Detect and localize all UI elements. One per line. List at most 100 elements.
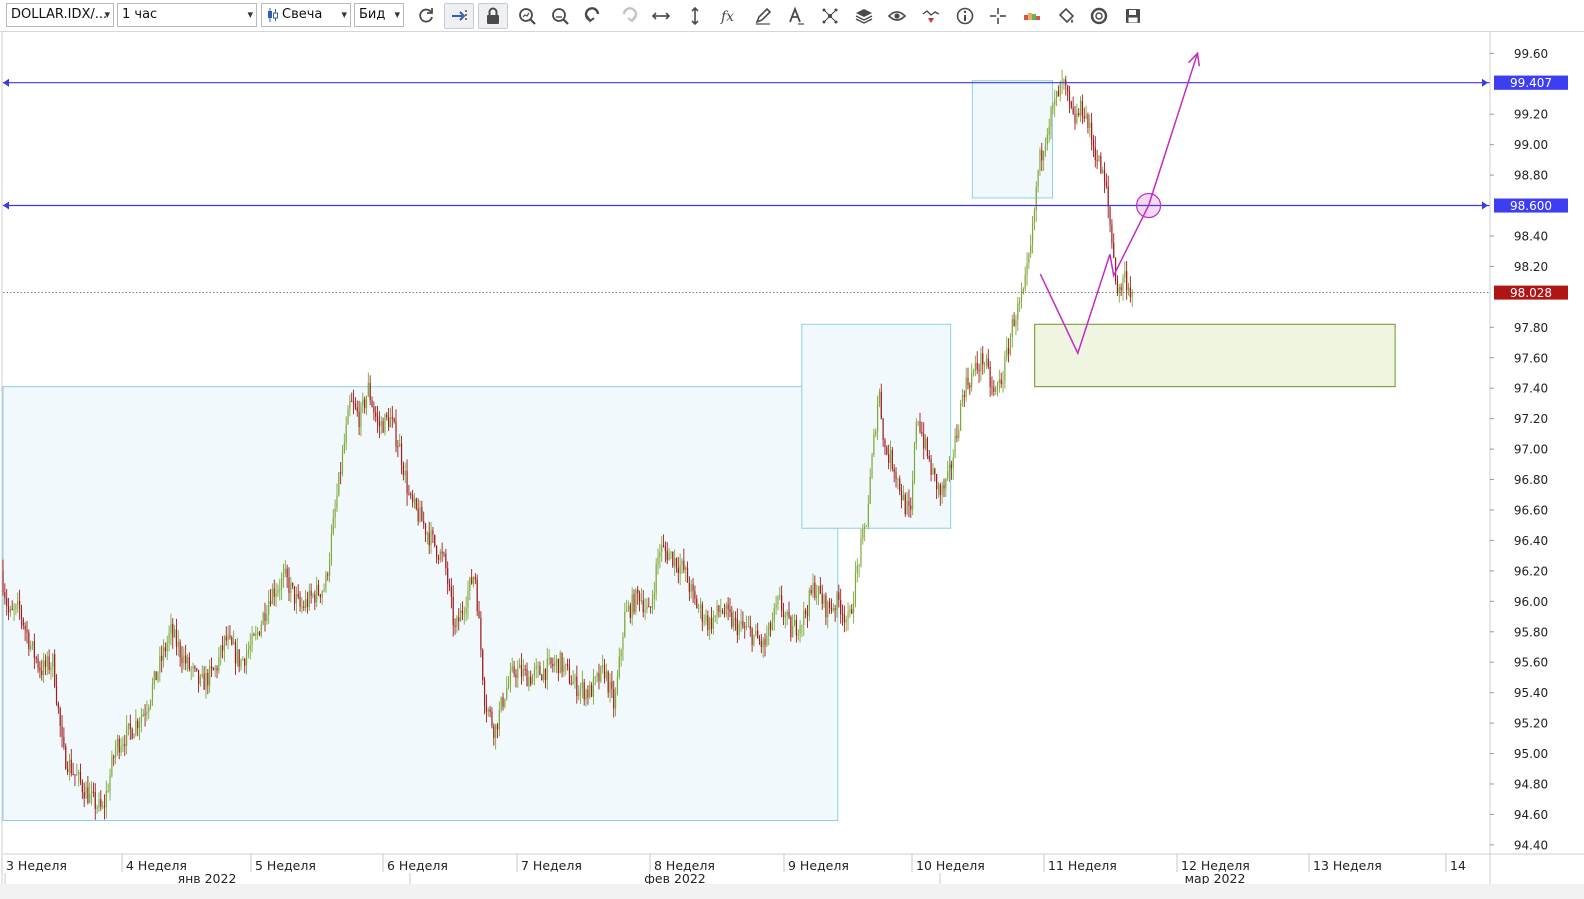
candle (856, 558, 858, 583)
undo-icon[interactable] (579, 3, 609, 29)
candle (103, 794, 106, 820)
candle (854, 561, 857, 608)
candle-body (467, 591, 469, 609)
candle (590, 682, 593, 698)
candle (725, 602, 727, 618)
price-chart[interactable]: 99.407 98.600 99.60 99.20 99.00 98.80 98.40 98.… (0, 32, 1584, 884)
candle (317, 579, 320, 597)
save-icon[interactable] (1118, 3, 1148, 29)
candle (603, 658, 606, 684)
shift-right-icon[interactable] (444, 3, 474, 29)
candle-body (35, 657, 37, 659)
range-zone-1[interactable] (2, 386, 839, 822)
lock-icon[interactable] (478, 3, 508, 29)
fit-vertical-icon[interactable] (680, 3, 710, 29)
instrument-select[interactable]: DOLLAR.IDX/... ▾ (6, 3, 114, 27)
candle (744, 622, 746, 639)
candle-body (122, 744, 124, 747)
zoom-in-icon[interactable] (512, 3, 542, 29)
candle (369, 375, 371, 406)
candle-body (644, 609, 646, 613)
candle (1129, 276, 1131, 303)
candle-body (864, 526, 866, 530)
candle-body (659, 552, 661, 557)
candle (646, 598, 648, 614)
layers-icon[interactable] (849, 3, 879, 29)
candle-body (672, 551, 674, 566)
refresh-icon[interactable] (411, 3, 441, 29)
candle-body (1116, 280, 1119, 293)
text-tool-icon[interactable] (781, 3, 811, 29)
candle-body (210, 666, 213, 669)
candle (626, 599, 628, 612)
candle (33, 633, 35, 670)
redo-icon[interactable] (613, 3, 643, 29)
candle-body (131, 729, 133, 739)
candle-body (635, 589, 637, 612)
candle (808, 587, 810, 622)
candle (37, 653, 39, 673)
retest-circle-marker[interactable] (1135, 192, 1162, 219)
candle-body (443, 553, 445, 555)
candle-body (616, 677, 619, 694)
candle-body (447, 568, 449, 584)
pencil-icon[interactable] (748, 3, 778, 29)
timeframe-select[interactable]: 1 час ▾ (117, 3, 257, 27)
candle-body (221, 645, 224, 651)
candle (709, 616, 711, 640)
candle (6, 588, 8, 616)
candle (581, 670, 583, 699)
candle (838, 584, 840, 608)
candle (295, 586, 297, 614)
candle-body (288, 577, 290, 593)
candle-body (757, 630, 759, 639)
candle (424, 522, 427, 542)
eye-icon[interactable] (882, 3, 912, 29)
candle (19, 589, 21, 620)
candle-body (450, 586, 452, 598)
candle-body (852, 603, 855, 614)
candle (886, 444, 888, 456)
candle-body (412, 495, 414, 503)
candle-body (52, 654, 54, 668)
candle (771, 612, 774, 631)
current-price-label: 98.028 (1510, 286, 1552, 300)
info-icon[interactable] (950, 3, 980, 29)
candle (482, 648, 484, 686)
candle-body (919, 421, 921, 433)
candle-body (2, 570, 4, 593)
candle-body (434, 534, 436, 546)
projection-path[interactable] (1039, 53, 1199, 356)
signals-icon[interactable] (916, 3, 946, 29)
candle-body (1046, 134, 1048, 145)
chart-type-select[interactable]: Свеча ▾ (261, 3, 351, 27)
candle-body (876, 403, 879, 432)
candle (498, 701, 500, 737)
candle (175, 618, 178, 656)
candle (825, 592, 827, 626)
price-side-select[interactable]: Бид ▾ (354, 3, 404, 27)
zoom-out-icon[interactable] (545, 3, 575, 29)
range-zone-2[interactable] (801, 323, 952, 529)
candle (786, 609, 788, 626)
candle (279, 578, 281, 601)
candle-body (873, 434, 875, 456)
candle-body (1111, 224, 1113, 243)
candle-body (886, 447, 888, 455)
range-zone-3[interactable] (971, 80, 1054, 199)
candle (81, 779, 83, 799)
pattern-tool-icon[interactable] (815, 3, 845, 29)
candle (13, 603, 15, 621)
template-icon[interactable] (1084, 3, 1114, 29)
indicators-fx-icon[interactable]: fx (714, 3, 744, 29)
candle-body (888, 454, 890, 463)
candle (354, 397, 357, 411)
fit-horizontal-icon[interactable] (646, 3, 676, 29)
candle-body (554, 662, 556, 667)
paint-bucket-icon[interactable] (1051, 3, 1081, 29)
heatmap-icon[interactable] (1017, 3, 1047, 29)
candle (661, 536, 663, 563)
candle (666, 542, 668, 565)
target-zone[interactable] (1034, 323, 1396, 388)
crosshair-icon[interactable] (983, 3, 1013, 29)
